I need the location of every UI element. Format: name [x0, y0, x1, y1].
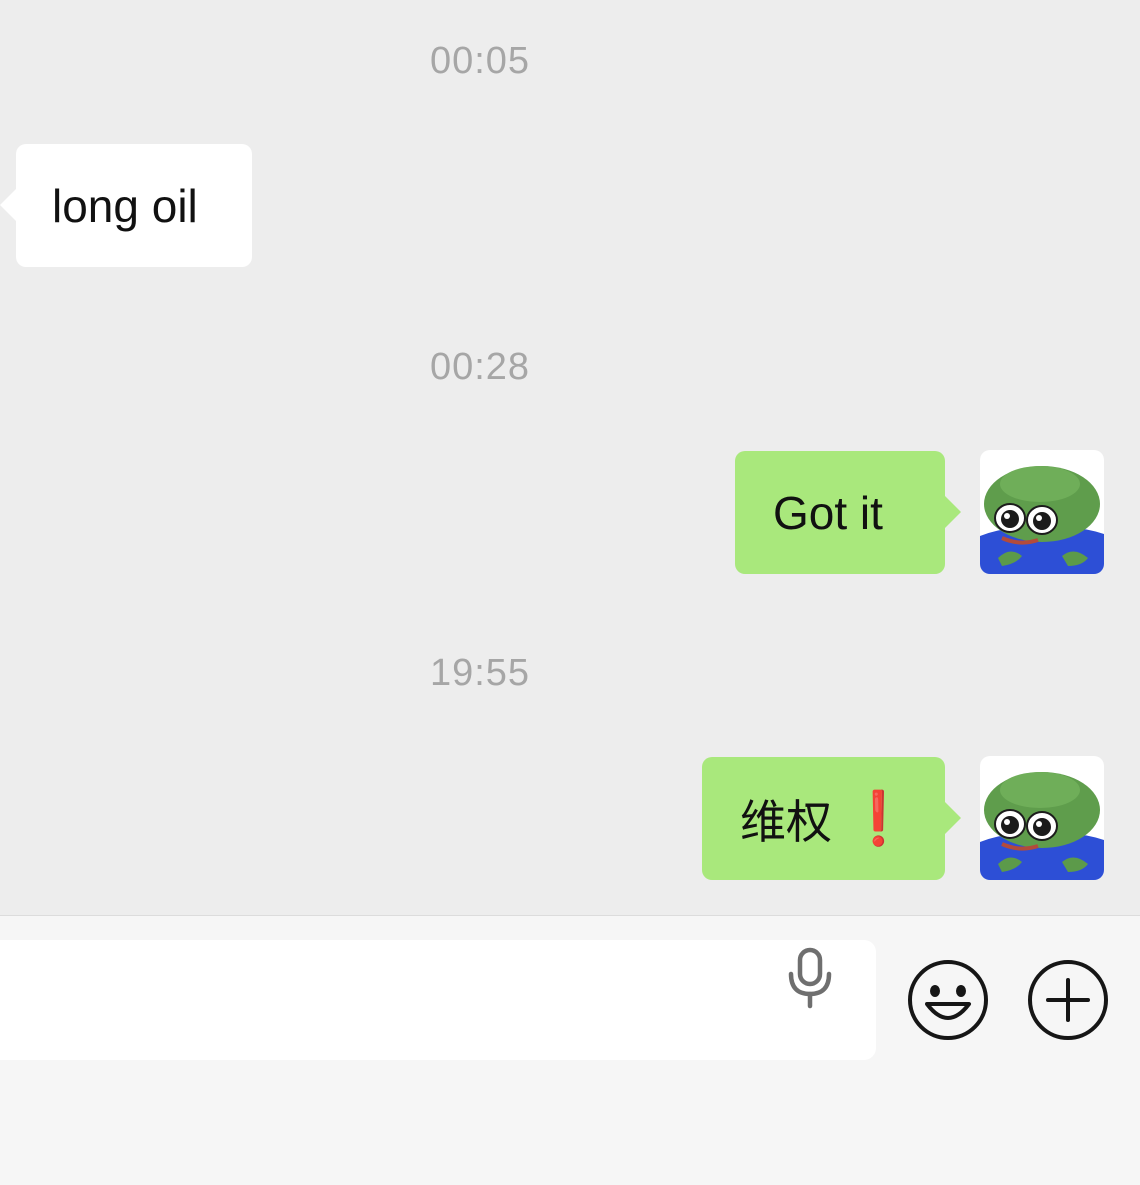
plus-icon[interactable]: [1026, 958, 1110, 1042]
emoji-icon[interactable]: [906, 958, 990, 1042]
outgoing-message-bubble[interactable]: 维权 ❗: [702, 757, 961, 880]
message-text: 维权: [740, 795, 832, 848]
timestamp: 00:28: [429, 346, 531, 388]
incoming-message-bubble[interactable]: long oil: [0, 144, 252, 267]
message-text: Got it: [773, 486, 883, 539]
exclamation-emoji: ❗: [846, 790, 911, 848]
timestamp: 00:05: [429, 40, 531, 82]
input-bar: [0, 915, 1140, 1185]
message-input[interactable]: [0, 940, 876, 1060]
microphone-icon[interactable]: [782, 946, 838, 1010]
timestamp: 19:55: [429, 652, 531, 694]
frog-avatar-icon[interactable]: [980, 756, 1104, 880]
outgoing-message-bubble[interactable]: Got it: [735, 451, 961, 574]
message-text: long oil: [52, 179, 198, 232]
frog-avatar-icon[interactable]: [980, 450, 1104, 574]
chat-message-list[interactable]: 00:05 long oil 00:28 Got it 19:55 维权 ❗: [0, 0, 1140, 915]
